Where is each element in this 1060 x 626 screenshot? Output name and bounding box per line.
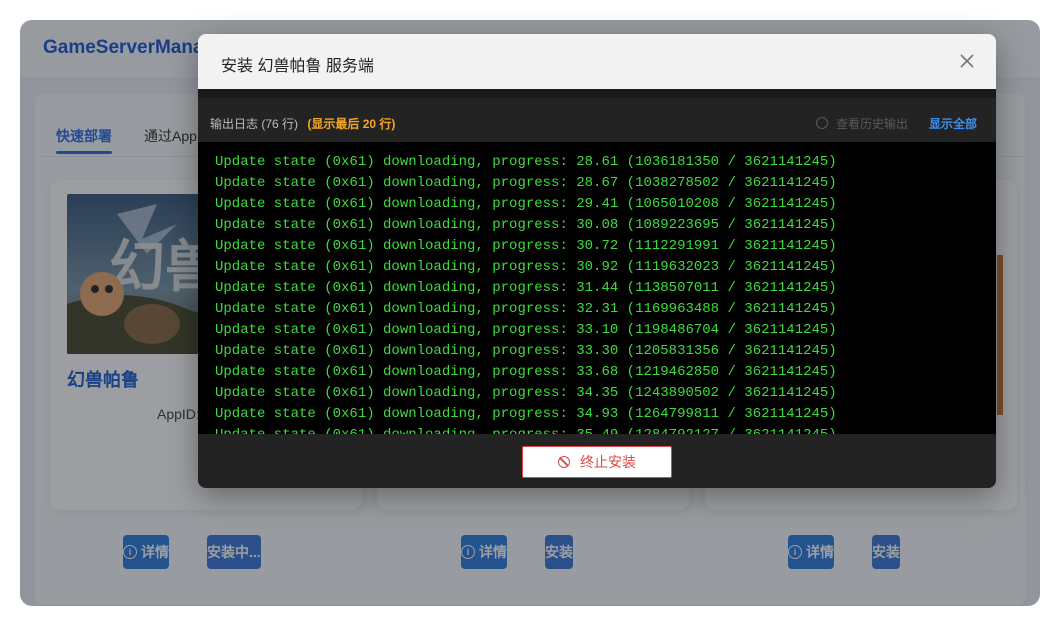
modal-header: 安装 幻兽帕鲁 服务端 xyxy=(198,34,996,89)
log-line: Update state (0x61) downloading, progres… xyxy=(215,301,837,317)
log-line: Update state (0x61) downloading, progres… xyxy=(215,280,837,296)
log-line: Update state (0x61) downloading, progres… xyxy=(215,175,837,191)
log-panel: 输出日志 (76 行) (显示最后 20 行) 查看历史输出 显示全部 Upda… xyxy=(198,89,996,488)
log-lines: Update state (0x61) downloading, progres… xyxy=(215,152,837,434)
log-line: Update state (0x61) downloading, progres… xyxy=(215,238,837,254)
log-line: Update state (0x61) downloading, progres… xyxy=(215,343,837,359)
log-line: Update state (0x61) downloading, progres… xyxy=(215,385,837,401)
log-line: Update state (0x61) downloading, progres… xyxy=(215,196,837,212)
log-output[interactable]: Update state (0x61) downloading, progres… xyxy=(198,142,996,434)
view-history-button[interactable]: 查看历史输出 xyxy=(816,115,908,132)
history-label: 查看历史输出 xyxy=(836,117,909,131)
log-showing-last: (显示最后 20 行) xyxy=(307,117,396,131)
stop-install-label: 终止安装 xyxy=(580,454,636,470)
log-label: 输出日志 xyxy=(210,117,259,131)
stop-install-button[interactable]: 终止安装 xyxy=(522,446,672,478)
log-line: Update state (0x61) downloading, progres… xyxy=(215,217,837,233)
modal-footer: 终止安装 xyxy=(198,434,996,488)
log-line: Update state (0x61) downloading, progres… xyxy=(215,425,837,434)
log-toolbar: 输出日志 (76 行) (显示最后 20 行) 查看历史输出 显示全部 xyxy=(198,89,996,142)
install-modal: 安装 幻兽帕鲁 服务端 输出日志 (76 行) (显示最后 20 行) 查看历史… xyxy=(198,34,996,488)
log-line-count: (76 行) xyxy=(261,117,299,131)
close-icon[interactable] xyxy=(956,50,978,72)
show-all-button[interactable]: 显示全部 xyxy=(929,115,977,132)
log-title: 输出日志 (76 行) (显示最后 20 行) xyxy=(210,115,395,132)
log-line: Update state (0x61) downloading, progres… xyxy=(215,259,837,275)
history-icon xyxy=(816,117,828,129)
log-line: Update state (0x61) downloading, progres… xyxy=(215,154,837,170)
log-line: Update state (0x61) downloading, progres… xyxy=(215,364,837,380)
log-toolbar-strip xyxy=(198,89,996,98)
modal-title: 安装 幻兽帕鲁 服务端 xyxy=(221,58,374,75)
log-line: Update state (0x61) downloading, progres… xyxy=(215,322,837,338)
stop-icon xyxy=(558,456,570,468)
log-line: Update state (0x61) downloading, progres… xyxy=(215,406,837,422)
